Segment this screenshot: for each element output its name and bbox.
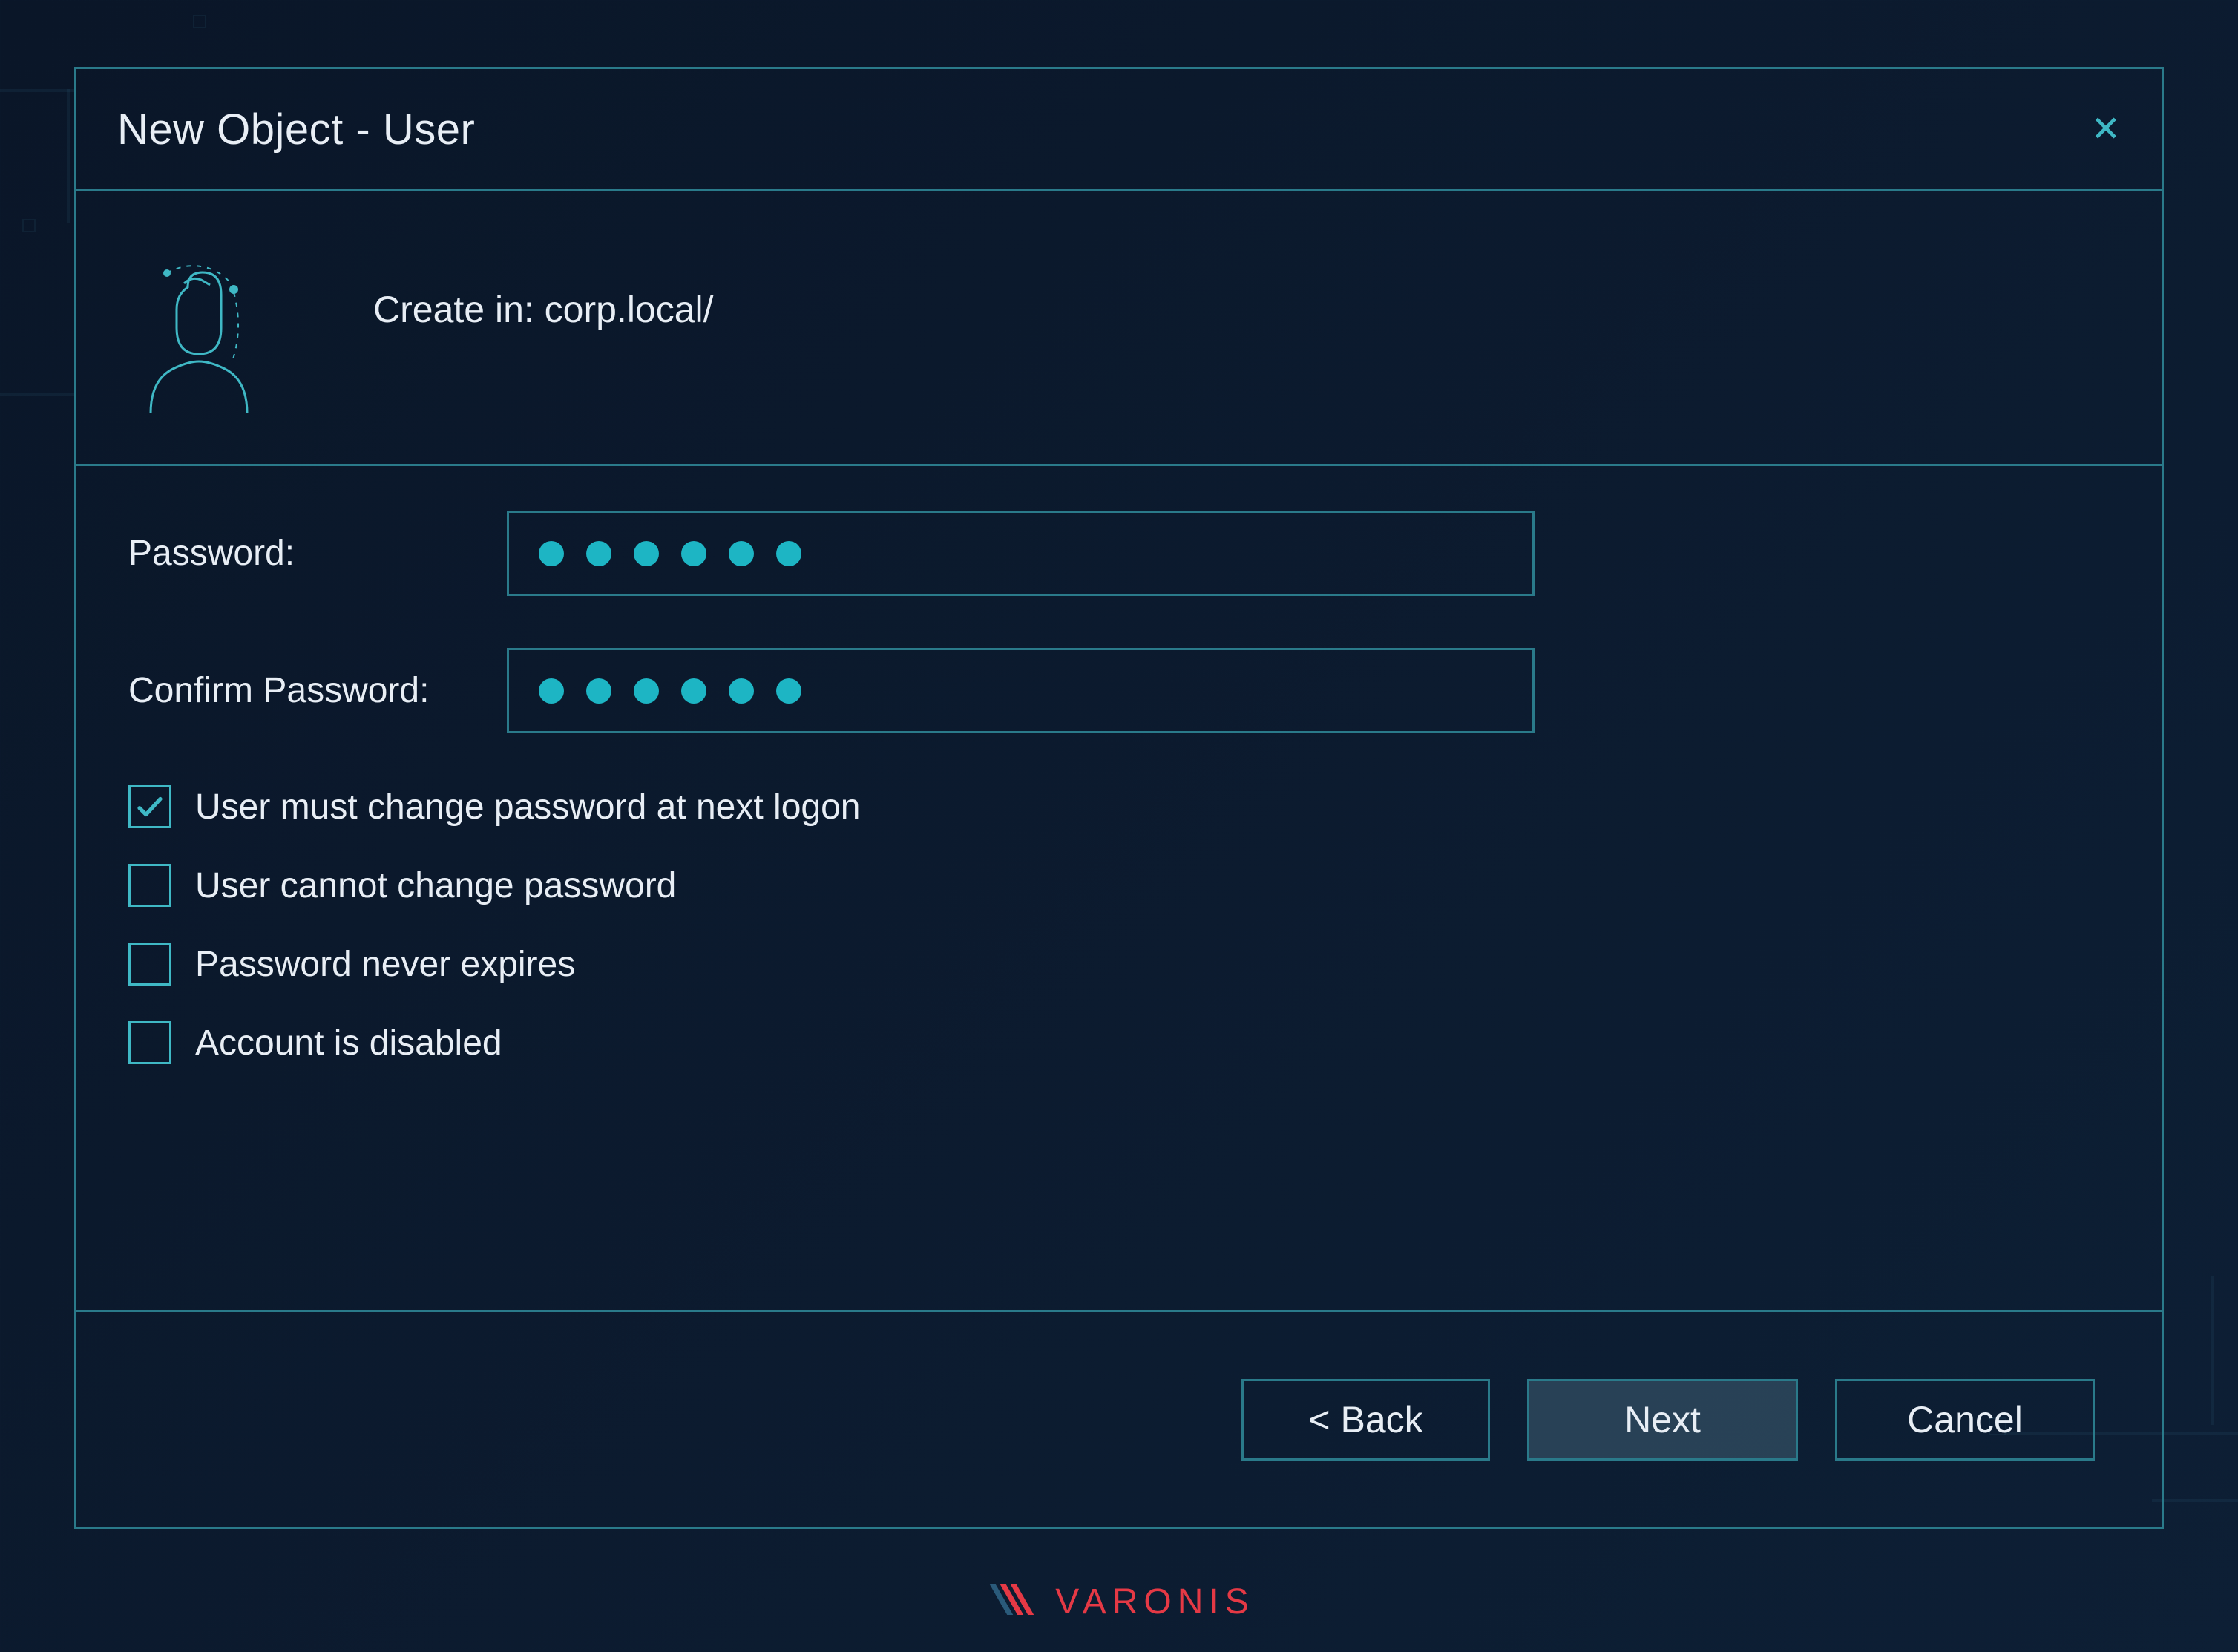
brand-logo-text: VARONIS bbox=[1055, 1581, 1254, 1622]
title-bar: New Object - User ✕ bbox=[76, 69, 2162, 191]
new-user-dialog: New Object - User ✕ Create in: corp.loca… bbox=[74, 67, 2164, 1529]
checkbox-never-expires-box[interactable] bbox=[128, 943, 171, 986]
checkbox-label: Password never expires bbox=[195, 944, 575, 985]
cancel-button[interactable]: Cancel bbox=[1835, 1379, 2095, 1461]
password-dot bbox=[539, 678, 564, 704]
bg-decoration bbox=[2152, 1499, 2238, 1502]
user-icon bbox=[114, 232, 277, 425]
password-dot bbox=[776, 541, 801, 566]
checkbox-must-change: User must change password at next logon bbox=[128, 785, 2110, 828]
dialog-title: New Object - User bbox=[117, 105, 475, 154]
back-button[interactable]: < Back bbox=[1241, 1379, 1490, 1461]
checkbox-cannot-change: User cannot change password bbox=[128, 864, 2110, 907]
checkbox-must-change-box[interactable] bbox=[128, 785, 171, 828]
checkbox-section: User must change password at next logon … bbox=[128, 785, 2110, 1064]
bg-decoration bbox=[193, 15, 206, 28]
form-section: Password: Confirm Password: bbox=[76, 466, 2162, 1312]
password-dot bbox=[729, 541, 754, 566]
next-button[interactable]: Next bbox=[1527, 1379, 1798, 1461]
password-dot bbox=[634, 678, 659, 704]
button-bar: < Back Next Cancel bbox=[76, 1312, 2162, 1527]
bg-decoration bbox=[0, 89, 74, 92]
checkbox-disabled-box[interactable] bbox=[128, 1021, 171, 1064]
bg-decoration bbox=[2211, 1276, 2214, 1425]
create-in-label: Create in: corp.local/ bbox=[373, 288, 714, 331]
confirm-password-row: Confirm Password: bbox=[128, 648, 2110, 733]
brand-logo-icon bbox=[983, 1578, 1046, 1626]
bg-decoration bbox=[22, 219, 36, 232]
checkbox-label: Account is disabled bbox=[195, 1023, 502, 1063]
checkbox-cannot-change-box[interactable] bbox=[128, 864, 171, 907]
password-dot bbox=[729, 678, 754, 704]
close-icon[interactable]: ✕ bbox=[2091, 108, 2121, 150]
password-row: Password: bbox=[128, 511, 2110, 596]
checkbox-disabled: Account is disabled bbox=[128, 1021, 2110, 1064]
checkbox-never-expires: Password never expires bbox=[128, 943, 2110, 986]
password-dot bbox=[681, 678, 706, 704]
password-dot bbox=[586, 541, 611, 566]
password-input[interactable] bbox=[507, 511, 1535, 596]
confirm-password-input[interactable] bbox=[507, 648, 1535, 733]
confirm-password-label: Confirm Password: bbox=[128, 670, 507, 711]
brand-logo: VARONIS bbox=[983, 1578, 1254, 1626]
password-dot bbox=[634, 541, 659, 566]
password-dot bbox=[586, 678, 611, 704]
password-dot bbox=[776, 678, 801, 704]
checkbox-label: User cannot change password bbox=[195, 865, 676, 906]
checkbox-label: User must change password at next logon bbox=[195, 787, 860, 827]
bg-decoration bbox=[67, 89, 70, 223]
header-section: Create in: corp.local/ bbox=[76, 191, 2162, 466]
password-dot bbox=[681, 541, 706, 566]
password-dot bbox=[539, 541, 564, 566]
bg-decoration bbox=[0, 393, 74, 396]
password-label: Password: bbox=[128, 533, 507, 574]
